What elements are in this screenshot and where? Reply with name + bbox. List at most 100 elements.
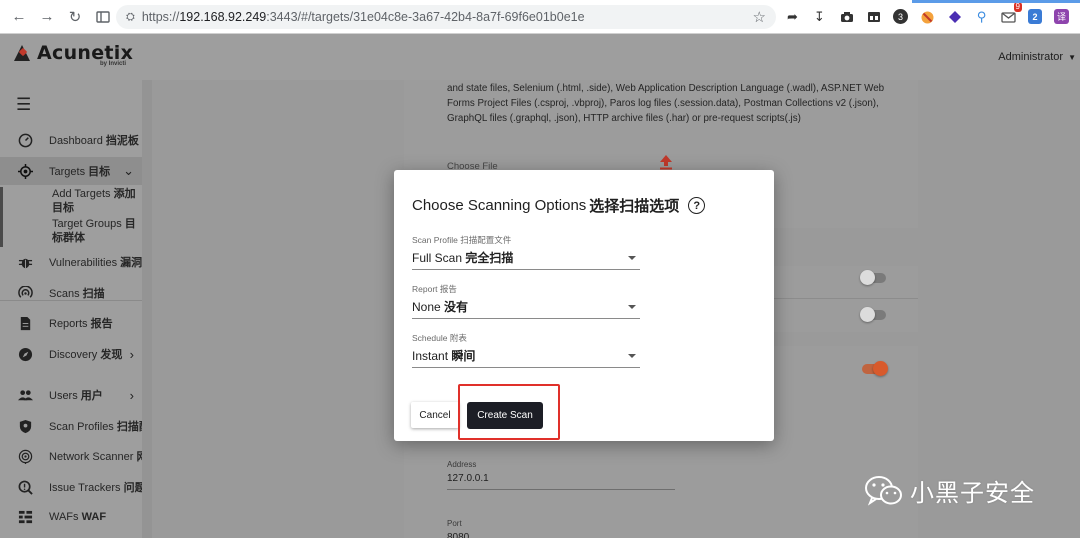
sidebar-item-discovery[interactable]: Discovery 发现 › [0, 340, 142, 368]
waf-icon [17, 509, 33, 525]
extensions-bar: ➦ ↧ 3 ⚲ 9 2 译 [782, 2, 1072, 27]
sidebar-toggle-icon[interactable] [92, 6, 114, 28]
caret-down-icon: ▼ [1068, 52, 1076, 62]
file-types-description: and state files, Selenium (.html, .side)… [447, 83, 885, 124]
sidebar-label: Dashboard 挡泥板 [49, 135, 139, 147]
annotation-highlight [458, 384, 560, 440]
scan-profile-select[interactable]: Scan Profile 扫描配置文件 Full Scan 完全扫描 [412, 234, 640, 270]
bug-icon [17, 254, 33, 270]
dropdown-arrow-icon [628, 256, 636, 260]
reload-icon[interactable]: ↻ [64, 6, 86, 28]
sidebar-divider [0, 300, 142, 301]
scan-options-dialog: Choose Scanning Options 选择扫描选项 ? Scan Pro… [394, 170, 774, 441]
submenu-indicator [0, 187, 3, 247]
network-icon [17, 448, 33, 464]
scan-profile-value: Full Scan 完全扫描 [412, 249, 640, 267]
upload-icon[interactable] [659, 154, 673, 170]
hamburger-menu-icon[interactable]: ☰ [16, 95, 31, 115]
dropdown-arrow-icon [628, 354, 636, 358]
download-icon[interactable]: ↧ [809, 7, 830, 27]
chevron-right-icon: › [129, 387, 134, 403]
bookmark-star-icon[interactable]: ☆ [753, 8, 766, 26]
logo-subtitle: by Invicti [100, 61, 127, 67]
diamond-icon[interactable] [944, 7, 965, 27]
url-scheme: https:// [141, 10, 180, 24]
port-field[interactable]: 8080 [447, 532, 469, 538]
site-info-icon[interactable]: ⛭ [126, 11, 135, 24]
logo-mark-icon [14, 44, 32, 62]
sidebar-item-issue-trackers[interactable]: Issue Trackers 问题跟 [0, 473, 142, 501]
help-icon[interactable]: ? [688, 197, 706, 214]
tab-indicator [912, 0, 1080, 3]
extension-badge: 9 [1013, 2, 1022, 12]
location-icon[interactable]: ⚲ [971, 7, 992, 27]
shield-icon [17, 418, 33, 434]
sidebar-label: Users 用户 [49, 390, 103, 402]
schedule-value: Instant 瞬间 [412, 347, 640, 365]
address-field[interactable]: 127.0.0.1 [447, 473, 489, 484]
report-icon [17, 315, 33, 331]
store-icon[interactable] [863, 7, 884, 27]
sidebar-label: Scans 扫描 [49, 288, 105, 300]
ext-2-icon[interactable]: 2 [1028, 9, 1042, 24]
option-toggle-1[interactable] [860, 270, 886, 285]
sidebar-label: WAFs WAF [49, 511, 107, 523]
crosshair-icon [17, 163, 33, 179]
sidebar-subitem-target-groups[interactable]: Target Groups 目标群体 [52, 217, 140, 245]
radar-icon [17, 285, 33, 301]
dropdown-arrow-icon [628, 305, 636, 309]
sidebar-item-targets[interactable]: Targets 目标 ⌄ [0, 157, 142, 185]
forward-icon[interactable]: → [36, 6, 58, 28]
sidebar-item-users[interactable]: Users 用户 › [0, 381, 142, 409]
sidebar-item-vulnerabilities[interactable]: Vulnerabilities 漏洞 [0, 248, 142, 276]
sidebar-label: Issue Trackers 问题跟 [49, 482, 142, 494]
dialog-title: Choose Scanning Options 选择扫描选项 ? [412, 195, 706, 216]
address-underline [447, 489, 675, 490]
schedule-select[interactable]: Schedule 附表 Instant 瞬间 [412, 332, 640, 368]
sidebar-item-scans[interactable]: Scans 扫描 [0, 279, 142, 307]
watermark: 小黑子安全 [864, 473, 1035, 508]
wechat-icon [864, 474, 904, 508]
sidebar-item-scan-profiles[interactable]: Scan Profiles 扫描配 [0, 412, 142, 440]
browser-toolbar: ← → ↻ ⛭ https://192.168.92.249:3443/#/ta… [0, 0, 1080, 34]
sidebar: ☰ Dashboard 挡泥板 Targets 目标 ⌄ Add Targets… [0, 80, 142, 538]
issue-icon [17, 479, 33, 495]
sidebar-label: Reports 报告 [49, 318, 113, 330]
user-menu[interactable]: Administrator ▼ [998, 51, 1076, 63]
blocker-icon[interactable] [917, 7, 938, 27]
camera-icon[interactable] [836, 7, 857, 27]
mail-ext-icon[interactable]: 9 [998, 2, 1022, 27]
sidebar-label: Vulnerabilities 漏洞 [49, 257, 142, 269]
network-scanner-toggle[interactable] [862, 361, 888, 376]
scan-profile-label: Scan Profile 扫描配置文件 [412, 235, 512, 245]
sidebar-item-dashboard[interactable]: Dashboard 挡泥板 [0, 126, 142, 154]
chevron-down-icon: ⌄ [123, 163, 134, 178]
report-value: None 没有 [412, 298, 640, 316]
compass-icon [17, 346, 33, 362]
sidebar-label: Network Scanner 网络 [49, 451, 142, 463]
app-header: Acunetix by Invicti Administrator ▼ [0, 34, 1080, 80]
sidebar-item-wafs[interactable]: WAFs WAF [0, 503, 142, 531]
back-icon[interactable]: ← [8, 6, 30, 28]
sidebar-item-reports[interactable]: Reports 报告 [0, 309, 142, 337]
address-label: Address [447, 460, 477, 469]
chevron-right-icon: › [129, 346, 134, 362]
ext-3-icon[interactable]: 3 [893, 9, 908, 24]
watermark-text: 小黑子安全 [910, 479, 1035, 507]
schedule-label: Schedule 附表 [412, 333, 467, 343]
address-bar[interactable]: ⛭ https://192.168.92.249:3443/#/targets/… [116, 5, 776, 29]
sidebar-subitem-add-targets[interactable]: Add Targets 添加目标 [52, 187, 140, 215]
url-path: :3443/#/targets/31e04c8e-3a67-42b4-8a7f-… [266, 10, 585, 24]
sidebar-label: Discovery 发现 [49, 349, 123, 361]
share-icon[interactable]: ➦ [782, 7, 803, 27]
port-label: Port [447, 519, 462, 528]
sidebar-label: Scan Profiles 扫描配 [49, 421, 142, 433]
option-toggle-2[interactable] [860, 307, 886, 322]
report-label: Report 报告 [412, 284, 457, 294]
cancel-button[interactable]: Cancel [411, 402, 459, 428]
translate-icon[interactable]: 译 [1054, 9, 1069, 24]
url-host: 192.168.92.249 [179, 10, 267, 24]
users-icon [17, 387, 33, 403]
sidebar-item-network-scanner[interactable]: Network Scanner 网络 [0, 442, 142, 470]
report-select[interactable]: Report 报告 None 没有 [412, 283, 640, 319]
